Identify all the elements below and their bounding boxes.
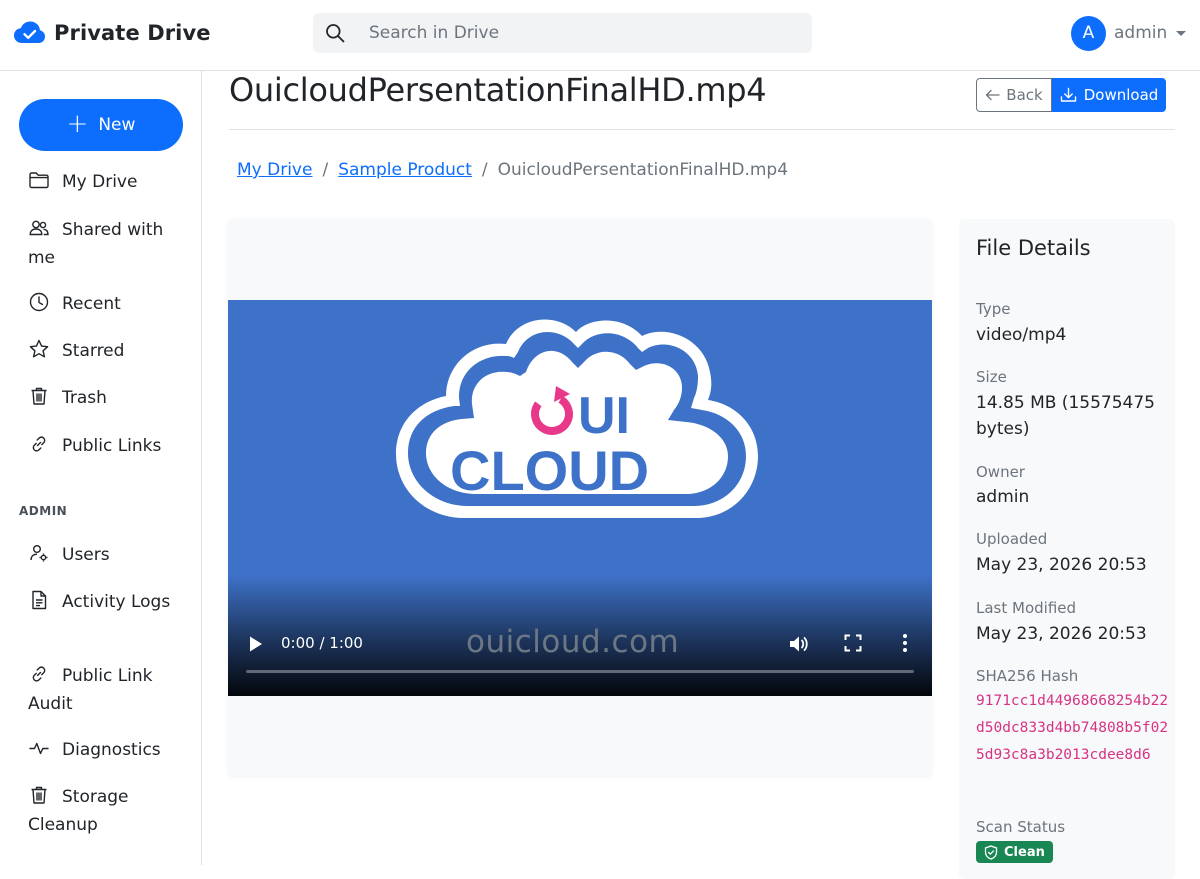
link-icon bbox=[32, 666, 46, 682]
sidebar-item-label: My Drive bbox=[62, 172, 138, 192]
download-icon bbox=[1060, 87, 1076, 102]
pulse-icon bbox=[29, 742, 49, 755]
breadcrumb-current: OuicloudPersentationFinalHD.mp4 bbox=[497, 160, 789, 180]
play-icon[interactable] bbox=[248, 635, 264, 653]
admin-section-heading: ADMIN bbox=[19, 504, 68, 518]
sidebar-item-storage-cleanup[interactable]: Storage Cleanup bbox=[28, 783, 193, 839]
file-actions: Back Download bbox=[976, 78, 1166, 112]
back-button[interactable]: Back bbox=[976, 78, 1052, 112]
ouicloud-logo: UI CLOUD bbox=[396, 319, 758, 518]
link-icon bbox=[32, 436, 46, 452]
title-divider bbox=[229, 129, 1175, 130]
owner-label: Owner bbox=[976, 463, 1025, 481]
sidebar-item-starred[interactable]: Starred bbox=[28, 337, 193, 365]
new-button-label: New bbox=[98, 115, 136, 135]
video-time: 0:00 / 1:00 bbox=[281, 634, 363, 652]
sidebar-item-activity-logs[interactable]: Activity Logs bbox=[28, 588, 193, 616]
status-badge: Clean bbox=[976, 841, 1053, 863]
search-bar bbox=[313, 13, 812, 53]
video-player-card: UI CLOUD ouicloud.com 0:00 / 1:00 bbox=[228, 219, 932, 776]
file-text-icon bbox=[32, 590, 47, 610]
sidebar-item-users[interactable]: Users bbox=[28, 541, 193, 569]
avatar: A bbox=[1071, 15, 1106, 51]
app-name: Private Drive bbox=[54, 21, 211, 45]
brand[interactable]: Private Drive bbox=[14, 16, 211, 50]
breadcrumb-link-my-drive[interactable]: My Drive bbox=[237, 158, 312, 182]
new-button[interactable]: + New bbox=[19, 99, 183, 151]
sidebar-item-label: Starred bbox=[62, 341, 125, 361]
logo-text-cloud: CLOUD bbox=[450, 439, 649, 502]
user-menu[interactable]: A admin bbox=[1071, 15, 1187, 51]
type-value: video/mp4 bbox=[976, 325, 1067, 345]
download-button[interactable]: Download bbox=[1052, 78, 1166, 112]
sidebar-item-label: Diagnostics bbox=[62, 740, 161, 760]
video-player[interactable]: UI CLOUD ouicloud.com 0:00 / 1:00 bbox=[228, 300, 932, 696]
scan-status-label: Scan Status bbox=[976, 818, 1066, 836]
search-input[interactable] bbox=[357, 13, 797, 53]
sidebar-item-diagnostics[interactable]: Diagnostics bbox=[28, 736, 193, 764]
download-button-label: Download bbox=[1083, 86, 1159, 104]
sidebar-item-label: Activity Logs bbox=[62, 592, 171, 612]
people-icon bbox=[29, 220, 49, 236]
cloud-check-icon bbox=[14, 21, 45, 43]
caret-down-icon bbox=[1176, 30, 1187, 36]
owner-value: admin bbox=[976, 487, 1030, 507]
more-vertical-icon[interactable] bbox=[901, 633, 909, 653]
file-details-panel: File Details Type video/mp4 Size 14.85 M… bbox=[959, 219, 1175, 879]
sidebar-item-public-links[interactable]: Public Links bbox=[28, 432, 193, 460]
uploaded-label: Uploaded bbox=[976, 530, 1048, 548]
sidebar-item-public-link-audit[interactable]: Public Link Audit bbox=[28, 662, 193, 718]
sidebar-item-trash[interactable]: Trash bbox=[28, 384, 193, 412]
arrow-left-icon bbox=[986, 89, 1000, 101]
trash-icon bbox=[31, 786, 47, 804]
uploaded-value: May 23, 2026 20:53 bbox=[976, 555, 1147, 575]
breadcrumb: My Drive / Sample Product / OuicloudPers… bbox=[237, 158, 788, 182]
fullscreen-icon[interactable] bbox=[844, 634, 862, 652]
user-gear-icon bbox=[30, 545, 48, 562]
size-value: 14.85 MB (15575475 bytes) bbox=[976, 393, 1155, 439]
video-controls: 0:00 / 1:00 bbox=[228, 625, 932, 665]
breadcrumb-link-sample-product[interactable]: Sample Product bbox=[338, 158, 472, 182]
sha256-value: 9171cc1d44968668254b22d50dc833d4bb74808b… bbox=[976, 693, 1169, 763]
scan-status-value: Clean bbox=[1004, 844, 1045, 860]
sidebar-item-label: Users bbox=[62, 545, 110, 565]
clock-icon bbox=[29, 292, 49, 312]
main-content: OuicloudPersentationFinalHD.mp4 Back Dow… bbox=[202, 71, 1200, 879]
sidebar-item-label: Recent bbox=[62, 294, 121, 314]
details-heading: File Details bbox=[976, 236, 1091, 260]
star-icon bbox=[29, 339, 49, 358]
back-button-label: Back bbox=[1006, 86, 1043, 104]
volume-icon[interactable] bbox=[788, 634, 810, 654]
type-label: Type bbox=[976, 300, 1011, 318]
breadcrumb-separator: / bbox=[481, 160, 488, 180]
trash-icon bbox=[31, 387, 47, 405]
plus-icon: + bbox=[66, 109, 89, 139]
search-icon bbox=[326, 24, 345, 43]
last-modified-value: May 23, 2026 20:53 bbox=[976, 624, 1147, 644]
sidebar: + New My Drive Shared with me Recent Sta… bbox=[0, 71, 202, 865]
top-bar: Private Drive A admin bbox=[0, 0, 1200, 71]
last-modified-label: Last Modified bbox=[976, 599, 1077, 617]
page-title: OuicloudPersentationFinalHD.mp4 bbox=[229, 71, 767, 109]
sidebar-item-label: Trash bbox=[62, 388, 107, 408]
shield-check-icon bbox=[984, 844, 998, 860]
breadcrumb-separator: / bbox=[322, 160, 329, 180]
video-progress-bar[interactable] bbox=[246, 670, 914, 673]
user-name: admin bbox=[1114, 23, 1168, 43]
size-label: Size bbox=[976, 368, 1007, 386]
sha256-label: SHA256 Hash bbox=[976, 667, 1079, 685]
sidebar-item-my-drive[interactable]: My Drive bbox=[28, 168, 193, 196]
logo-text-ui: UI bbox=[578, 387, 630, 445]
sidebar-item-shared-with-me[interactable]: Shared with me bbox=[28, 216, 193, 272]
sidebar-item-label: Public Links bbox=[62, 436, 162, 456]
sidebar-item-recent[interactable]: Recent bbox=[28, 290, 193, 318]
folder-icon bbox=[29, 172, 49, 189]
